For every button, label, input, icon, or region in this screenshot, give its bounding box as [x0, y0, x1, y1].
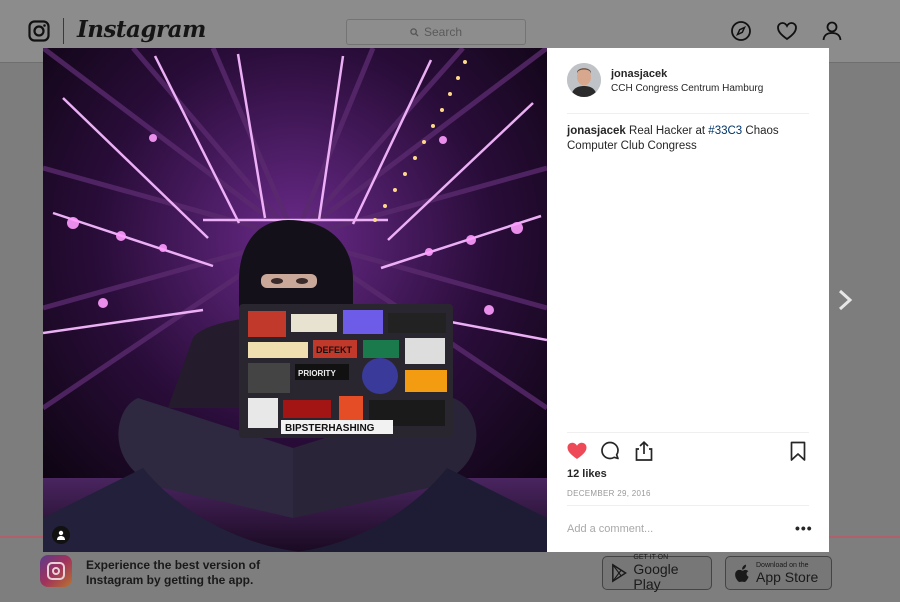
- comment-divider: [567, 505, 809, 506]
- instagram-wordmark[interactable]: Instagram: [77, 16, 206, 43]
- avatar[interactable]: [567, 63, 601, 97]
- caption-author[interactable]: jonasjacek: [567, 125, 626, 137]
- heart-icon[interactable]: [776, 20, 798, 42]
- play-store-icon: [612, 563, 627, 583]
- instagram-app-icon: [40, 555, 72, 587]
- profile-icon[interactable]: [821, 20, 843, 42]
- add-comment-input[interactable]: [567, 521, 777, 537]
- google-play-big: Google Play: [633, 561, 679, 592]
- share-icon[interactable]: [633, 440, 655, 462]
- banner-text: Experience the best version of Instagram…: [86, 558, 261, 587]
- actions-divider: [567, 432, 809, 434]
- post-date: DECEMBER 29, 2016: [567, 489, 651, 498]
- post-caption: jonasjacek Real Hacker at #33C3 Chaos Co…: [567, 124, 797, 154]
- post-location[interactable]: CCH Congress Centrum Hamburg: [611, 83, 763, 94]
- caption-hashtag[interactable]: #33C3: [708, 125, 742, 137]
- search-placeholder: Search: [423, 25, 463, 39]
- google-play-button[interactable]: GET IT ON Google Play: [602, 554, 712, 592]
- person-tag-icon: [57, 530, 65, 540]
- sticker-bipsterhashing: BIPSTERHASHING: [285, 423, 375, 434]
- compass-icon[interactable]: [730, 20, 752, 42]
- more-options-button[interactable]: •••: [795, 520, 813, 536]
- sticker-defekt: DEFEKT: [316, 345, 353, 355]
- bookmark-icon[interactable]: [787, 440, 809, 462]
- next-post-arrow-icon[interactable]: [833, 287, 857, 313]
- apple-icon: [735, 564, 749, 582]
- post-sidebar: jonasjacek CCH Congress Centrum Hamburg …: [547, 48, 829, 552]
- app-store-button[interactable]: Download on the App Store: [725, 556, 832, 590]
- sticker-priority: PRIORITY: [298, 369, 336, 378]
- search-icon: [410, 27, 419, 37]
- photo-illustration: DEFEKT PRIORITY BIPSTERHASHING: [43, 48, 547, 552]
- comment-icon[interactable]: [599, 440, 621, 462]
- post-photo[interactable]: DEFEKT PRIORITY BIPSTERHASHING: [43, 48, 547, 552]
- post-modal: DEFEKT PRIORITY BIPSTERHASHING jonasjace…: [43, 48, 829, 552]
- like-heart-icon[interactable]: [566, 440, 588, 462]
- likes-count[interactable]: 12 likes: [567, 468, 607, 480]
- app-store-big: App Store: [756, 568, 819, 585]
- header-divider: [63, 18, 64, 44]
- caption-text-before: Real Hacker at: [629, 125, 709, 137]
- avatar-image: [567, 63, 601, 97]
- tagged-people-button[interactable]: [52, 526, 70, 544]
- search-box[interactable]: Search: [346, 19, 526, 45]
- post-header: jonasjacek CCH Congress Centrum Hamburg: [567, 63, 809, 114]
- post-username[interactable]: jonasjacek: [611, 68, 667, 80]
- instagram-logo-icon[interactable]: [28, 20, 50, 42]
